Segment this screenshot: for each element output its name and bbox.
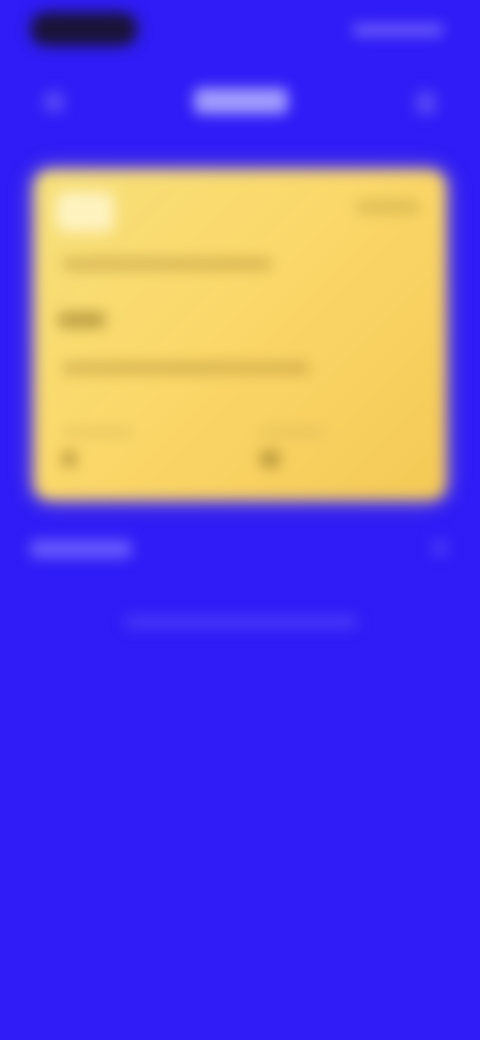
more-icon[interactable] xyxy=(416,92,436,114)
card-line-2 xyxy=(58,312,106,328)
app-screen xyxy=(0,0,480,1040)
card[interactable] xyxy=(34,170,446,500)
card-logo xyxy=(56,192,114,232)
status-bar-indicators xyxy=(352,24,444,36)
hint-line xyxy=(124,616,358,628)
card-field-1-label xyxy=(62,428,132,436)
card-field-1-value xyxy=(62,450,76,468)
section-label[interactable] xyxy=(30,540,132,558)
chevron-right-icon[interactable] xyxy=(432,540,448,556)
card-line-3 xyxy=(62,362,310,374)
blurred-content xyxy=(0,0,480,1040)
card-badge xyxy=(356,200,420,214)
card-field-2-label xyxy=(260,428,324,436)
page-title xyxy=(194,88,288,114)
card-field-2-value xyxy=(260,450,280,468)
status-bar-time-pill xyxy=(30,12,138,46)
card-line-1 xyxy=(62,258,272,270)
back-icon[interactable] xyxy=(44,92,64,112)
